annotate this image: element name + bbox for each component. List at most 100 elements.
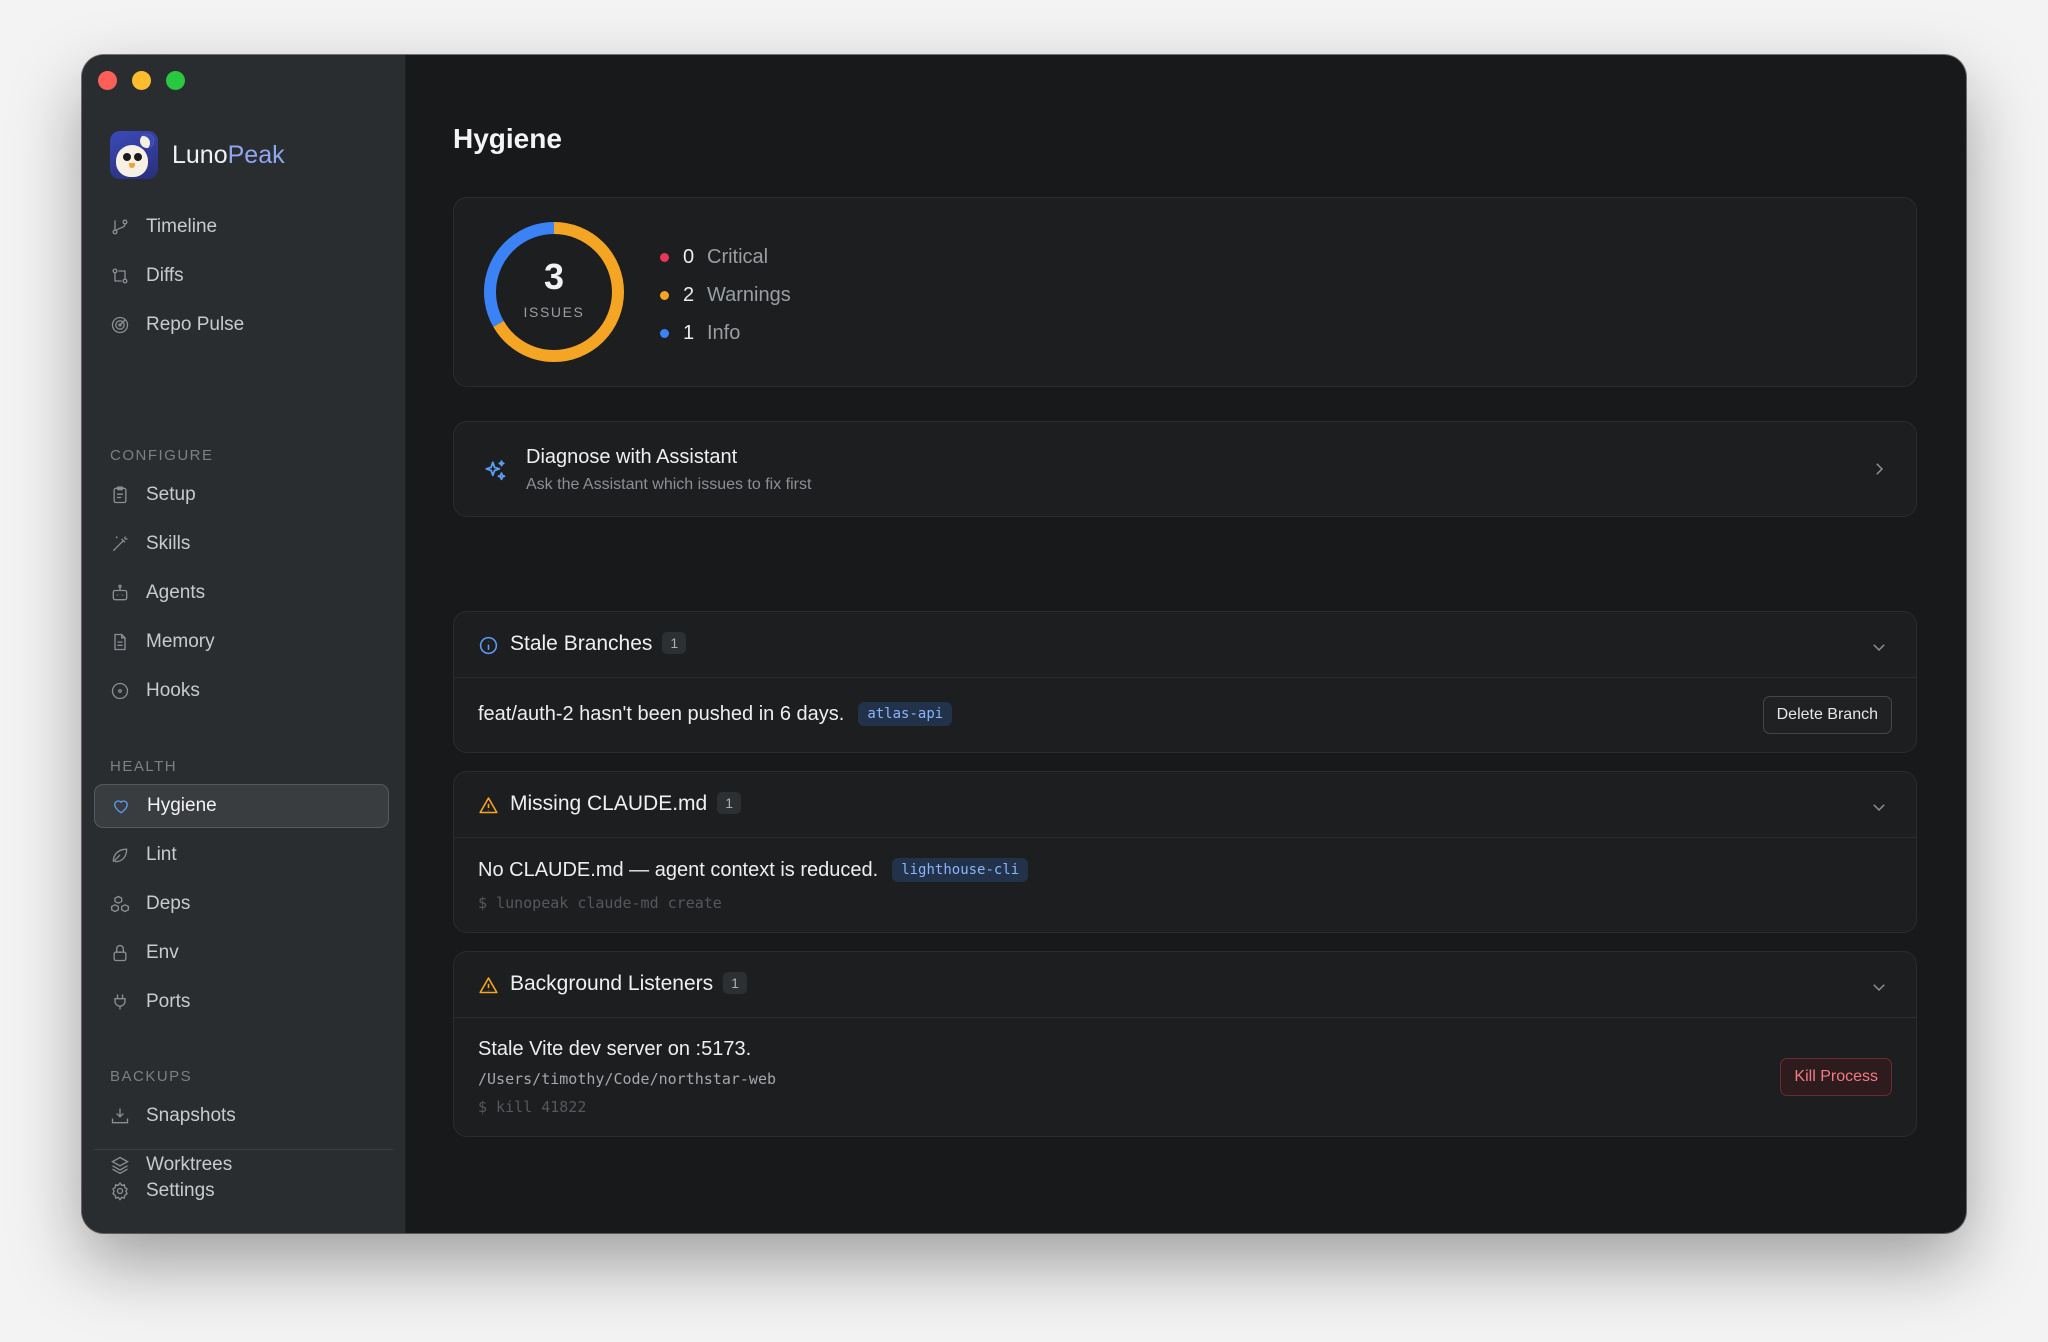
group-title: Stale Branches 1	[510, 632, 687, 656]
issue-group-background-listeners: Background Listeners 1 Stale Vite dev ser…	[453, 951, 1917, 1137]
critical-dot-icon	[660, 252, 669, 262]
sidebar-item-skills[interactable]: Skills	[94, 522, 389, 566]
sidebar-item-label: Env	[146, 942, 179, 963]
issue-message-text: Stale Vite dev server on :5173.	[478, 1038, 752, 1060]
chevron-down-icon[interactable]	[1870, 638, 1888, 656]
sidebar-item-repo-pulse[interactable]: Repo Pulse	[94, 303, 389, 347]
sparkles-icon	[485, 460, 506, 481]
group-header[interactable]: Stale Branches 1	[454, 612, 1916, 678]
settings-nav: Settings	[94, 1169, 389, 1218]
group-header[interactable]: Missing CLAUDE.md 1	[454, 772, 1916, 838]
sidebar-item-label: Ports	[146, 991, 191, 1012]
sidebar-divider	[94, 1149, 393, 1150]
sidebar-item-ports[interactable]: Ports	[94, 980, 389, 1024]
heart-icon	[114, 800, 128, 814]
group-count-badge: 1	[717, 792, 742, 814]
info-dot-icon	[660, 328, 669, 338]
close-window-button[interactable]	[98, 71, 117, 90]
sidebar-item-deps[interactable]: Deps	[94, 882, 389, 926]
severity-legend: 0 Critical 2 Warnings 1 Info	[660, 238, 791, 352]
sidebar-item-hooks[interactable]: Hooks	[94, 669, 389, 713]
fix-command: $ lunopeak claude-md create	[478, 894, 722, 912]
brand: LunoPeak	[110, 131, 285, 179]
sidebar-item-label: Deps	[146, 893, 191, 914]
clipboard-icon	[113, 486, 127, 504]
legend-info: 1 Info	[660, 314, 791, 352]
issue-message: feat/auth-2 hasn't been pushed in 6 days…	[478, 702, 953, 726]
sidebar-item-diffs[interactable]: Diffs	[94, 254, 389, 298]
main-nav: Timeline Diffs Repo Pulse	[94, 205, 389, 352]
sidebar-item-label: Agents	[146, 582, 206, 603]
warnings-label: Warnings	[707, 283, 791, 306]
chevron-right-icon	[1876, 463, 1884, 475]
sidebar-item-setup[interactable]: Setup	[94, 473, 389, 517]
info-label: Info	[707, 321, 741, 344]
issues-total: 3	[543, 256, 565, 297]
diagnose-title: Diagnose with Assistant	[526, 446, 738, 468]
info-count: 1	[683, 321, 695, 344]
group-count-badge: 1	[723, 972, 747, 994]
sidebar-item-label: Hygiene	[147, 795, 217, 816]
bot-icon	[112, 584, 128, 601]
issues-summary-card: 3 ISSUES 0 Critical 2 Warnings 1 Info	[453, 197, 1917, 387]
sidebar-item-label: Diffs	[146, 265, 184, 286]
sidebar-item-label: Setup	[146, 484, 196, 505]
group-header[interactable]: Background Listeners 1	[454, 952, 1916, 1018]
repo-tag: lighthouse-cli	[892, 858, 1029, 882]
delete-branch-button[interactable]: Delete Branch	[1762, 696, 1892, 734]
page-title: Hygiene	[453, 123, 562, 154]
plug-icon	[114, 994, 126, 1010]
zoom-window-button[interactable]	[166, 71, 185, 90]
sidebar-item-memory[interactable]: Memory	[94, 620, 389, 664]
wand-icon	[112, 536, 128, 552]
chevron-down-icon[interactable]	[1870, 978, 1888, 996]
diagnose-with-assistant-card[interactable]: Diagnose with Assistant Ask the Assistan…	[453, 421, 1917, 517]
sidebar-item-hygiene[interactable]: Hygiene	[94, 784, 389, 828]
issue-message-text: No CLAUDE.md — agent context is reduced.	[478, 858, 879, 881]
section-label-health: HEALTH	[110, 757, 178, 775]
sidebar-item-label: Settings	[146, 1180, 215, 1201]
sidebar-item-lint[interactable]: Lint	[94, 833, 389, 877]
repo-tag: atlas-api	[858, 702, 953, 726]
critical-label: Critical	[707, 245, 769, 268]
sidebar-item-label: Lint	[146, 844, 177, 865]
sidebar-item-timeline[interactable]: Timeline	[94, 205, 389, 249]
warnings-count: 2	[683, 283, 695, 306]
warning-triangle-icon	[479, 797, 498, 814]
git-compare-icon	[112, 268, 128, 284]
legend-warnings: 2 Warnings	[660, 276, 791, 314]
sidebar-item-label: Snapshots	[146, 1105, 236, 1126]
group-title: Missing CLAUDE.md 1	[510, 792, 742, 816]
sidebar: LunoPeak Timeline Diffs Repo Pulse CONFI…	[82, 55, 406, 1233]
issue-message-text: feat/auth-2 hasn't been pushed in 6 days…	[478, 702, 845, 725]
sidebar-item-snapshots[interactable]: Snapshots	[94, 1094, 389, 1138]
sidebar-item-label: Skills	[146, 533, 191, 554]
app-window: LunoPeak Timeline Diffs Repo Pulse CONFI…	[82, 55, 1966, 1233]
sidebar-item-label: Memory	[146, 631, 215, 652]
sidebar-item-agents[interactable]: Agents	[94, 571, 389, 615]
sidebar-item-settings[interactable]: Settings	[94, 1169, 389, 1213]
radar-icon	[111, 316, 129, 334]
process-path: /Users/timothy/Code/northstar-web	[478, 1070, 777, 1088]
backups-nav: BACKUPS	[94, 1064, 389, 1088]
sidebar-item-label: Hooks	[146, 680, 200, 701]
issue-group-missing-claude-md: Missing CLAUDE.md 1 No CLAUDE.md — agent …	[453, 771, 1917, 933]
circle-dot-icon	[111, 682, 129, 700]
issue-message: Stale Vite dev server on :5173.	[478, 1038, 751, 1061]
owl-logo-icon	[110, 131, 158, 179]
legend-critical: 0 Critical	[660, 238, 791, 276]
leaf-icon	[112, 848, 128, 863]
brand-name: LunoPeak	[172, 140, 285, 169]
sidebar-item-label: Repo Pulse	[146, 314, 245, 335]
critical-count: 0	[683, 245, 695, 268]
sidebar-item-env[interactable]: Env	[94, 931, 389, 975]
lock-icon	[113, 944, 127, 962]
section-label-configure: CONFIGURE	[110, 446, 214, 464]
gear-icon	[112, 1181, 128, 1201]
warning-dot-icon	[660, 290, 669, 300]
kill-process-button[interactable]: Kill Process	[1780, 1058, 1892, 1096]
group-count-badge: 1	[662, 632, 687, 654]
configure-items: Setup Skills Agents Memory Hooks	[94, 473, 389, 718]
chevron-down-icon[interactable]	[1870, 798, 1888, 816]
minimize-window-button[interactable]	[132, 71, 151, 90]
